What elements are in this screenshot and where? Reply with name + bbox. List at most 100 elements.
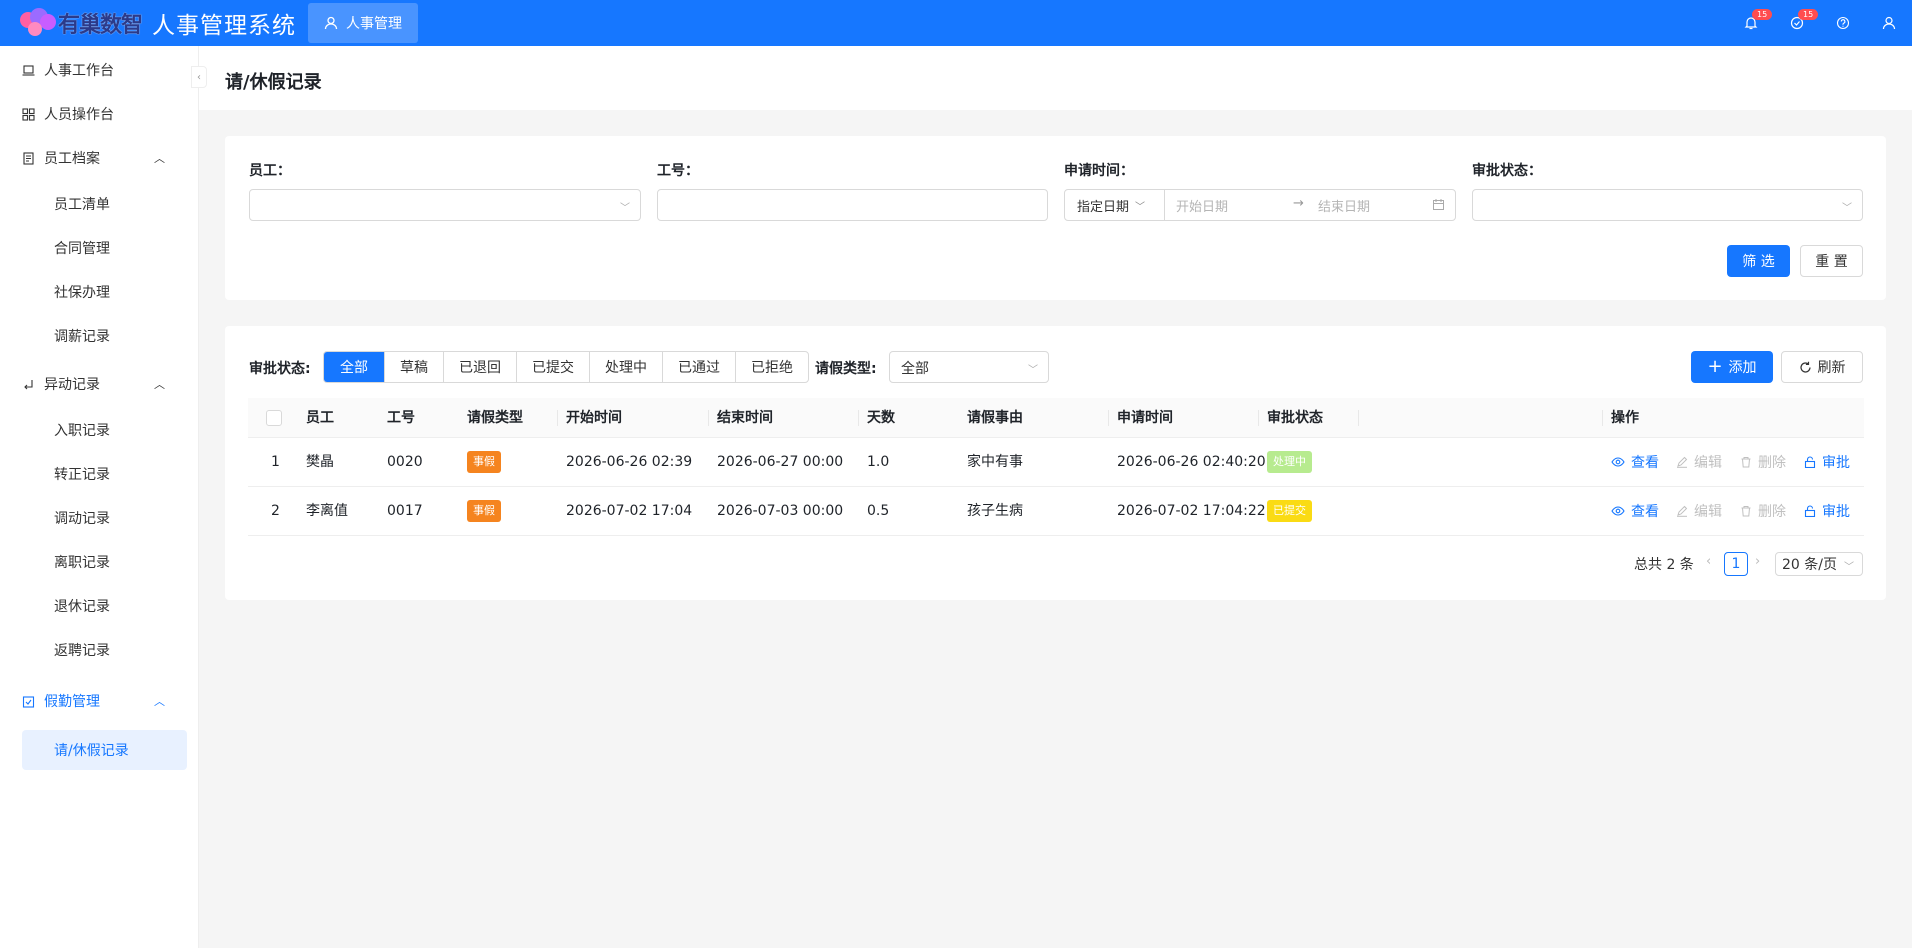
delete-action-label: 删除: [1758, 504, 1786, 520]
approve-action-label: 审批: [1822, 504, 1850, 520]
row-index: 2: [271, 503, 280, 519]
approve-action[interactable]: 审批: [1804, 487, 1850, 535]
leave-type-select[interactable]: 全部 ﹀: [889, 351, 1049, 383]
logo-text: 有巢数智: [58, 13, 143, 38]
page-size-value: 20 条/页: [1782, 557, 1837, 573]
page-size-select[interactable]: 20 条/页 ﹀: [1775, 552, 1863, 576]
task-badge: 15: [1798, 9, 1819, 20]
view-action[interactable]: 查看: [1611, 487, 1659, 535]
help-icon: [1836, 16, 1850, 30]
user-icon: [324, 16, 338, 30]
cell-emp-no: 0017: [387, 503, 423, 519]
employee-filter-label: 员工：: [249, 163, 291, 179]
add-button[interactable]: + 添加: [1691, 351, 1773, 383]
page-1-button[interactable]: 1: [1724, 552, 1748, 576]
eye-icon: [1611, 456, 1625, 468]
status-tab-draft[interactable]: 草稿: [384, 352, 443, 382]
status-tab-approved[interactable]: 已通过: [662, 352, 735, 382]
status-tab-rejected[interactable]: 已拒绝: [735, 352, 808, 382]
view-action-label: 查看: [1631, 455, 1659, 471]
pagination-total: 总共 2 条: [1634, 557, 1694, 573]
status-select[interactable]: ﹀: [1472, 189, 1863, 221]
column-header-status[interactable]: 审批状态: [1267, 398, 1323, 438]
employee-select[interactable]: ﹀: [249, 189, 641, 221]
emp-no-input[interactable]: [657, 189, 1048, 221]
column-header-employee[interactable]: 员工: [306, 398, 334, 438]
column-header-emp-no[interactable]: 工号: [387, 398, 415, 438]
reset-button[interactable]: 重 置: [1800, 245, 1863, 277]
edit-action[interactable]: 编辑: [1676, 438, 1722, 486]
sidebar-item-contracts[interactable]: 合同管理: [22, 228, 187, 268]
sidebar-item-rehire[interactable]: 返聘记录: [22, 630, 187, 670]
status-tab-all[interactable]: 全部: [324, 352, 384, 382]
sidebar-group-archive[interactable]: 员工档案 ︿: [22, 138, 187, 178]
cell-employee: 樊晶: [306, 454, 334, 470]
trash-icon: [1740, 456, 1752, 468]
sidebar-group-attendance[interactable]: 假勤管理 ︿: [22, 681, 187, 721]
sidebar-item-staff-ops[interactable]: 人员操作台: [22, 94, 187, 134]
approve-action[interactable]: 审批: [1804, 438, 1850, 486]
arrow-right-icon: →: [1293, 196, 1304, 211]
module-tab-hr[interactable]: 人事管理: [308, 3, 419, 43]
refresh-button[interactable]: 刷新: [1781, 351, 1863, 383]
sidebar-item-employee-list[interactable]: 员工清单: [22, 184, 187, 224]
prev-page-button[interactable]: ‹: [1706, 554, 1711, 569]
sidebar-item-regularization[interactable]: 转正记录: [22, 454, 187, 494]
refresh-icon: [1799, 361, 1812, 374]
notification-badge: 15: [1752, 9, 1773, 20]
select-all-checkbox[interactable]: [266, 410, 282, 426]
table-row: 1 樊晶 0020 事假 2026-06-26 02:39 2026-06-27…: [248, 438, 1864, 487]
delete-action[interactable]: 删除: [1740, 438, 1786, 486]
logo[interactable]: 有巢数智: [16, 0, 143, 46]
help-button[interactable]: [1820, 0, 1866, 46]
sidebar-item-workbench[interactable]: 人事工作台: [22, 50, 187, 90]
sidebar-item-salary-adjust[interactable]: 调薪记录: [22, 316, 187, 356]
edit-action-label: 编辑: [1694, 504, 1722, 520]
column-header-reason[interactable]: 请假事由: [967, 398, 1023, 438]
cell-employee: 李离值: [306, 503, 348, 519]
status-badge: 处理中: [1267, 451, 1312, 473]
delete-action[interactable]: 删除: [1740, 487, 1786, 535]
logo-mark-icon: [16, 6, 62, 40]
sidebar-group-changes[interactable]: 异动记录 ︿: [22, 364, 187, 404]
chevron-down-icon: ﹀: [620, 203, 630, 214]
status-tab-processing[interactable]: 处理中: [589, 352, 662, 382]
column-header-end[interactable]: 结束时间: [717, 398, 773, 438]
next-page-button[interactable]: ›: [1755, 554, 1760, 569]
calendar-icon: [1432, 198, 1445, 215]
user-menu-button[interactable]: [1866, 0, 1912, 46]
status-filter-label: 审批状态：: [1472, 163, 1542, 179]
apply-time-filter-label: 申请时间：: [1064, 163, 1134, 179]
edit-action[interactable]: 编辑: [1676, 487, 1722, 535]
column-header-applied[interactable]: 申请时间: [1117, 398, 1173, 438]
apply-date-range[interactable]: 指定日期 ﹀ 开始日期 → 结束日期: [1064, 189, 1456, 221]
emp-no-filter-label: 工号：: [657, 163, 699, 179]
view-action[interactable]: 查看: [1611, 438, 1659, 486]
sidebar-item-resignation[interactable]: 离职记录: [22, 542, 187, 582]
cell-reason: 家中有事: [967, 454, 1023, 470]
sidebar-item-social-security[interactable]: 社保办理: [22, 272, 187, 312]
pencil-icon: [1676, 505, 1688, 517]
sidebar-collapse-button[interactable]: ‹: [191, 66, 207, 88]
sidebar-item-onboarding[interactable]: 入职记录: [22, 410, 187, 450]
chevron-down-icon: ﹀: [1028, 365, 1038, 376]
task-button[interactable]: 15: [1774, 0, 1820, 46]
status-tabs-label: 审批状态:: [249, 361, 311, 377]
column-header-leave-type[interactable]: 请假类型: [467, 398, 523, 438]
status-tab-returned[interactable]: 已退回: [443, 352, 516, 382]
cell-applied: 2026-07-02 17:04:22: [1117, 503, 1266, 519]
status-tab-submitted[interactable]: 已提交: [516, 352, 589, 382]
start-date-input[interactable]: 开始日期: [1176, 196, 1228, 215]
end-date-input[interactable]: 结束日期: [1318, 196, 1370, 215]
date-mode-select[interactable]: 指定日期 ﹀: [1065, 190, 1165, 220]
chevron-down-icon: ﹀: [1135, 201, 1146, 213]
sidebar-item-leave-records[interactable]: 请/休假记录: [22, 730, 187, 770]
sidebar: 人事工作台 人员操作台 员工档案 ︿ 员工清单 合同管理 社保办理 调薪记录 异…: [0, 46, 199, 948]
filter-button[interactable]: 筛 选: [1727, 245, 1790, 277]
sidebar-item-retirement[interactable]: 退休记录: [22, 586, 187, 626]
sidebar-item-transfer[interactable]: 调动记录: [22, 498, 187, 538]
column-header-start[interactable]: 开始时间: [566, 398, 622, 438]
column-header-days[interactable]: 天数: [867, 398, 895, 438]
refresh-button-label: 刷新: [1817, 360, 1846, 376]
notification-button[interactable]: 15: [1728, 0, 1774, 46]
